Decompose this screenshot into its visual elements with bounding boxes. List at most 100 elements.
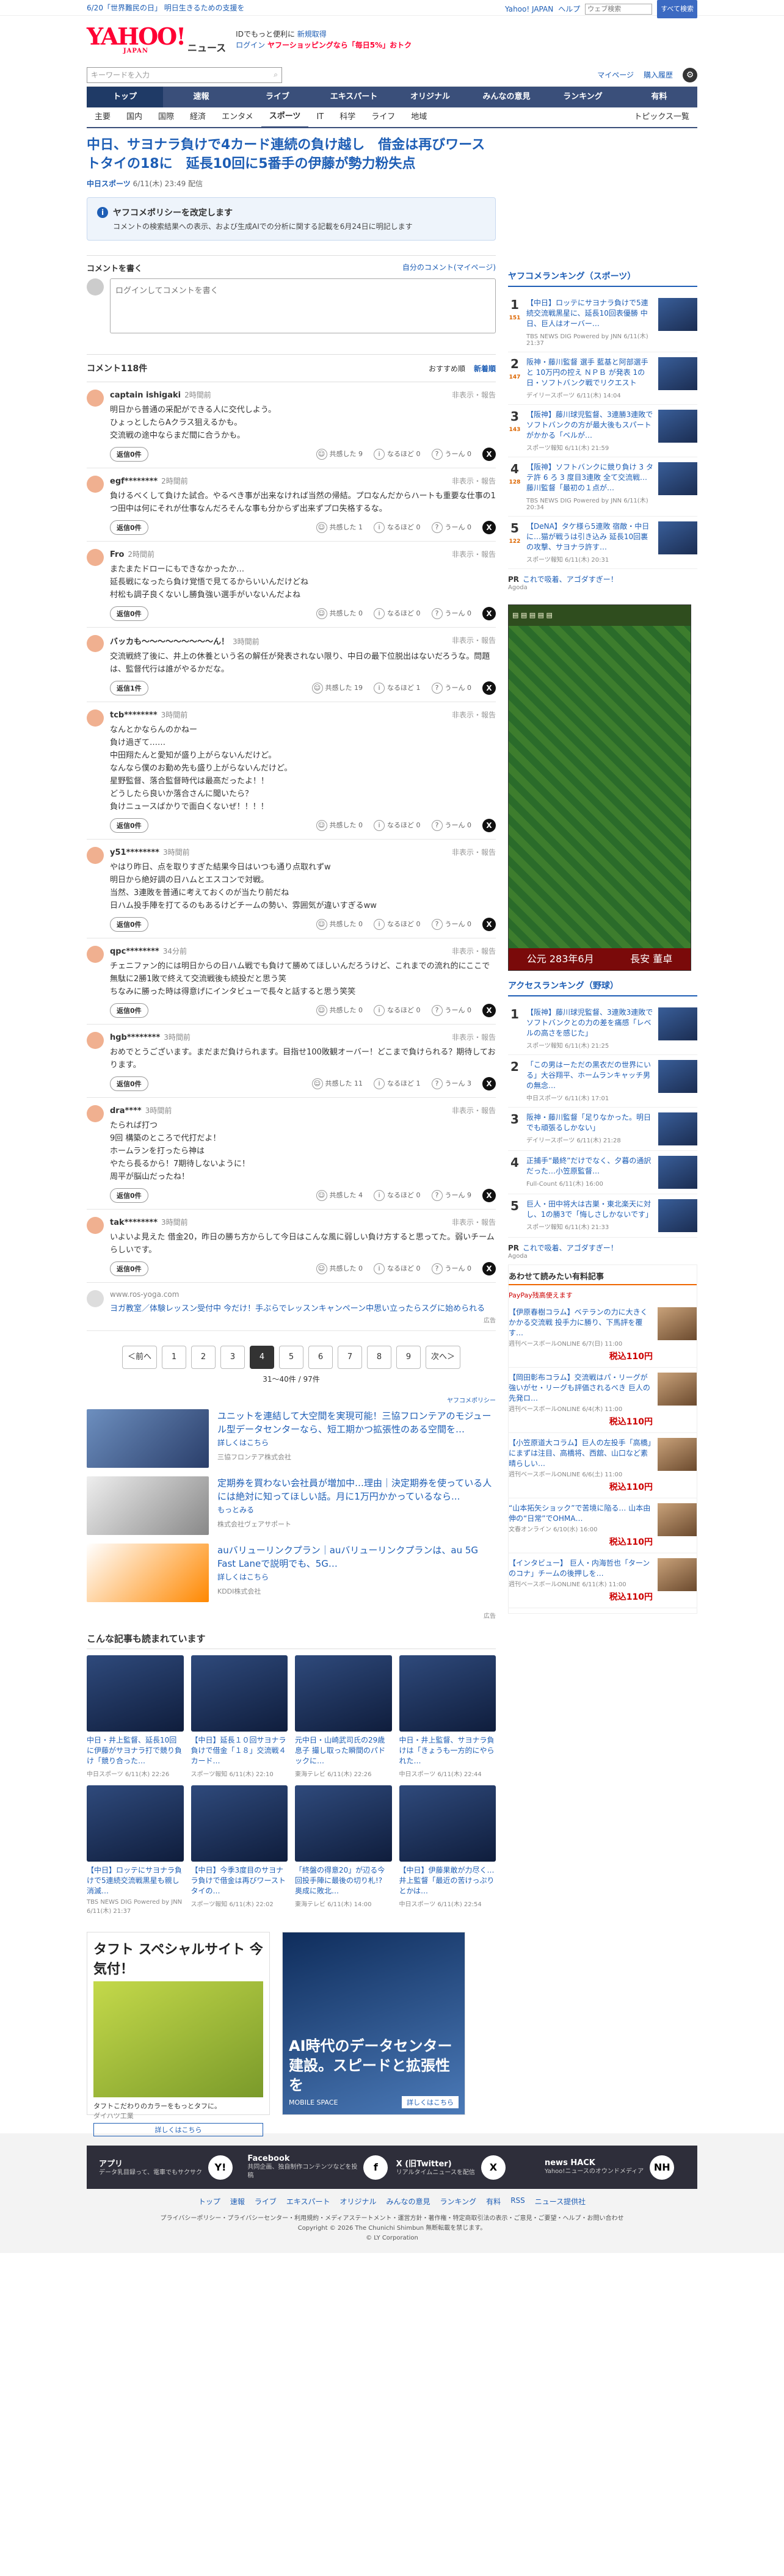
react-insight[interactable]: i なるほど 0 — [374, 1190, 421, 1201]
datacenter-ad[interactable]: AI時代のデータセンター建設。スピードと拡張性を MOBILE SPACE 詳し… — [282, 1932, 465, 2115]
react-insight[interactable]: i なるほど 0 — [374, 820, 421, 831]
also-read-card[interactable]: 【中日】ロッテにサヨナラ負けで5連続交流戦黒星も親し消滅… TBS NEWS DI… — [87, 1785, 184, 1915]
access-ranking-item[interactable]: 1 【阪神】藤川球児監督、3連敗3連敗でソフトバンクとの力の差を痛感「レベルの高さ… — [508, 1003, 697, 1055]
news-search-input[interactable]: キーワードを入力 ⌕ — [87, 67, 282, 83]
ranking-item[interactable]: 2 147 阪神・藤川監督 選手 藍基と阿部選手と 10万円の控え ＮＰＢ が発表 … — [508, 352, 697, 405]
reply-button[interactable]: 返信0件 — [110, 818, 148, 833]
react-hmm[interactable]: ? うーん 0 — [431, 683, 471, 694]
footer-link[interactable]: 有料 — [486, 2196, 501, 2207]
reply-button[interactable]: 返信0件 — [110, 917, 148, 932]
react-insight[interactable]: i なるほど 1 — [374, 683, 421, 694]
cat-sports[interactable]: スポーツ — [261, 107, 309, 128]
also-read-card[interactable]: 【中日】伊藤果敢が力尽く…井上監督「最近の苦けっぷりとかは… 中日スポーツ 6/1… — [399, 1785, 496, 1915]
also-read-card[interactable]: 【中日】延長１０回サヨナラ負けで借金「１８」交流戦４カード… スポーツ報知 6/1… — [191, 1655, 288, 1778]
cat-science[interactable]: 科学 — [332, 107, 363, 127]
report-link[interactable]: 非表示・報告 — [452, 709, 496, 720]
react-insight[interactable]: i なるほど 0 — [374, 522, 421, 533]
gear-icon[interactable]: ⚙ — [683, 67, 697, 82]
gnav-ranking[interactable]: ランキング — [545, 87, 621, 107]
gnav-expert[interactable]: エキスパート — [316, 87, 392, 107]
reply-button[interactable]: 返信0件 — [110, 1261, 148, 1276]
report-link[interactable]: 非表示・報告 — [452, 1032, 496, 1042]
sort-recommended[interactable]: おすすめ順 — [429, 363, 465, 374]
react-empathy[interactable]: ☺ 共感した 0 — [316, 608, 363, 619]
taft-ad[interactable]: タフト スペシャルサイト 今気付！ タフトこだわりのカラーをもっとタフに。 ダイ… — [87, 1932, 270, 2136]
yahoo-logo[interactable]: YAHOO! JAPAN ニュース — [87, 25, 226, 54]
policy-notice[interactable]: i ヤフコメポリシーを改定します コメントの検索結果への表示、および生成AIでの分… — [87, 197, 496, 241]
footer-link[interactable]: RSS — [510, 2196, 525, 2207]
also-read-card[interactable]: 【中日】今季3度目のサヨナラ負けで借金は再びワーストタイの… スポーツ報知 6/1… — [191, 1785, 288, 1915]
react-hmm[interactable]: ? うーん 0 — [431, 449, 471, 460]
react-empathy[interactable]: ☺ 共感した 1 — [316, 522, 363, 533]
sort-newest[interactable]: 新着順 — [474, 363, 496, 374]
gnav-live[interactable]: ライブ — [239, 87, 316, 107]
footer-link[interactable]: ニュース提供社 — [535, 2196, 586, 2207]
report-link[interactable]: 非表示・報告 — [452, 476, 496, 486]
react-hmm[interactable]: ? うーん 0 — [431, 820, 471, 831]
mypage-link[interactable]: マイページ — [597, 70, 634, 80]
paid-article[interactable]: “山本拓矢ショック”で苦境に陥る… 山本由伸の“日常”でOHMA… 文春オンライン… — [509, 1498, 697, 1553]
reply-button[interactable]: 返信0件 — [110, 606, 148, 621]
page-7[interactable]: 7 — [338, 1346, 362, 1369]
footer-link[interactable]: ランキング — [440, 2196, 477, 2207]
reply-button[interactable]: 返信0件 — [110, 1188, 148, 1203]
access-ranking-item[interactable]: 5 巨人・田中将大は古巣・東北楽天に対し、1の勝3で「悔しさしかないです」 スポーツ… — [508, 1194, 697, 1238]
ranking-item[interactable]: 4 128 【阪神】ソフトバンクに競り負け 3 タテ許 6 ろ 3 度目3連敗 全て… — [508, 457, 697, 517]
footer-link[interactable]: エキスパート — [286, 2196, 330, 2207]
comment-input[interactable] — [110, 278, 496, 333]
comment-user[interactable]: バッカも〜〜〜〜〜〜〜〜〜ん！ — [110, 637, 229, 647]
cat-world[interactable]: 国際 — [150, 107, 182, 127]
react-hmm[interactable]: ? うーん 0 — [431, 919, 471, 930]
reply-button[interactable]: 返信0件 — [110, 520, 148, 535]
page-9[interactable]: 9 — [396, 1346, 421, 1369]
gnav-top[interactable]: トップ — [87, 87, 163, 107]
reply-button[interactable]: 返信0件 — [110, 447, 148, 462]
reply-button[interactable]: 返信1件 — [110, 681, 148, 695]
x-share-icon[interactable]: X — [482, 1077, 496, 1090]
x-share-icon[interactable]: X — [482, 681, 496, 695]
footer-link[interactable]: ライブ — [255, 2196, 277, 2207]
paid-article[interactable]: 【インタビュー】 巨人・内海哲也「ターンのコナ」チームの後押しを… 週刊ベースボー… — [509, 1553, 697, 1608]
article-title[interactable]: 中日、サヨナラ負けで4カード連続の負け越し 借金は再びワーストタイの18に 延長… — [87, 136, 496, 173]
legal-links[interactable]: プライバシーポリシー・プライバシーセンター・利用規約・メディアステートメント・運… — [87, 2214, 697, 2224]
react-insight[interactable]: i なるほど 0 — [374, 608, 421, 619]
register-link[interactable]: 新規取得 — [297, 30, 327, 38]
footer-link[interactable]: オリジナル — [340, 2196, 377, 2207]
report-link[interactable]: 非表示・報告 — [452, 1217, 496, 1227]
x-share-icon[interactable]: X — [482, 918, 496, 931]
comment-user[interactable]: dra**** — [110, 1106, 142, 1116]
react-hmm[interactable]: ? うーん 0 — [431, 522, 471, 533]
footer-app[interactable]: アプリ データ乳目録って、電車でもサクサク Y! — [99, 2154, 239, 2180]
react-empathy[interactable]: ☺ 共感した 0 — [316, 1005, 363, 1016]
also-read-card[interactable]: 中日・井上監督、延長10回に伊藤がサヨナラ打で競り負け「競り合った… 中日スポーツ… — [87, 1655, 184, 1778]
paid-article[interactable]: 【小笠原道大コラム】巨人の左投手「高橋」にまずは注目、高橋将、西舘、山口など素晴… — [509, 1433, 697, 1498]
report-link[interactable]: 非表示・報告 — [452, 847, 496, 857]
topics-list-link[interactable]: トピックス一覧 — [626, 107, 697, 127]
react-insight[interactable]: i なるほど 1 — [374, 1078, 421, 1089]
x-share-icon[interactable]: X — [482, 1189, 496, 1202]
page-3[interactable]: 3 — [220, 1346, 245, 1369]
shopping-promo[interactable]: ヤフーショッピングなら「毎日5%」おトク — [267, 41, 412, 49]
page-1[interactable]: 1 — [162, 1346, 186, 1369]
gnav-opinion[interactable]: みんなの意見 — [468, 87, 545, 107]
yahoo-japan-link[interactable]: Yahoo! JAPAN — [505, 1, 553, 17]
comment-user[interactable]: qpc******** — [110, 947, 159, 956]
gnav-paid[interactable]: 有料 — [621, 87, 697, 107]
report-link[interactable]: 非表示・報告 — [452, 635, 496, 647]
report-link[interactable]: 非表示・報告 — [452, 549, 496, 559]
react-insight[interactable]: i なるほど 0 — [374, 919, 421, 930]
ranking-item[interactable]: 3 143 【阪神】藤川球児監督、3連勝3連敗でソフトバンクの方が最大後もスパートが… — [508, 405, 697, 457]
next-page-button[interactable]: 次へ＞ — [426, 1346, 461, 1369]
react-empathy[interactable]: ☺ 共感した 0 — [316, 820, 363, 831]
ad-item[interactable]: ユニットを連結して大空間を実現可能！三協フロンテアのモジュール型データセンターな… — [87, 1409, 496, 1468]
web-search-input[interactable] — [585, 4, 653, 15]
x-share-icon[interactable]: X — [482, 607, 496, 620]
comment-user[interactable]: tcb******** — [110, 711, 158, 720]
react-insight[interactable]: i なるほど 0 — [374, 1005, 421, 1016]
cat-region[interactable]: 地域 — [403, 107, 435, 127]
react-hmm[interactable]: ? うーん 9 — [431, 1190, 471, 1201]
react-empathy[interactable]: ☺ 共感した 11 — [311, 1078, 363, 1089]
cat-it[interactable]: IT — [308, 107, 332, 127]
reply-button[interactable]: 返信0件 — [110, 1076, 148, 1091]
cat-entertainment[interactable]: エンタメ — [214, 107, 261, 127]
